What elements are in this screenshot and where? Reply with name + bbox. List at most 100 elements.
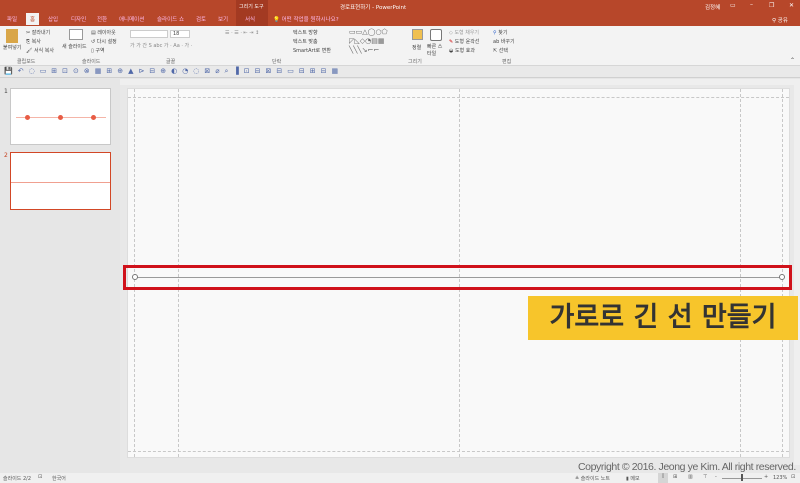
text-direction-button[interactable]: 텍스트 방향 (293, 29, 318, 36)
tab-file[interactable]: 파일 (7, 15, 17, 23)
quick-styles-icon (430, 29, 442, 41)
quick-access-toolbar: 💾↶◌▭⊞⊡⊙⊗▦⊞⊕▲⊳⊟⊕◐◔◌⊠⌀⌕▐⊡⊟⊠⊟▭⊟⊞⊟▦ (0, 66, 800, 78)
spellcheck-icon[interactable]: ⊡ (38, 474, 42, 480)
find-button[interactable]: ⚲ 찾기 (493, 29, 507, 36)
replace-button[interactable]: ab 바꾸기 (493, 38, 515, 45)
window-title: 경로표현하기 - PowerPoint (340, 5, 407, 11)
notes-button[interactable]: ≜ 슬라이드 노트 (575, 475, 610, 482)
normal-view-button[interactable]: ▯ (658, 473, 668, 483)
reset-label: 다시 설정 (96, 39, 117, 45)
title-bar: 그리기 도구 경로표현하기 - PowerPoint 김정혜 ▭ – ❐ ✕ ⚲… (0, 0, 800, 26)
zoom-slider-thumb[interactable] (741, 474, 743, 481)
quick-styles-button[interactable]: 빠른 스타일 (427, 44, 445, 58)
fit-slide-button[interactable]: ⊡ (791, 474, 795, 480)
collapse-ribbon-icon[interactable]: ⌃ (790, 57, 795, 64)
group-label-clipboard: 클립보드 (17, 59, 36, 65)
zoom-level[interactable]: 123% (773, 475, 787, 481)
reading-view-button[interactable]: ▥ (688, 474, 693, 480)
copy-button[interactable]: ⎘ 복사 (26, 38, 41, 45)
tab-review[interactable]: 검토 (196, 15, 206, 23)
share-button[interactable]: ⚲ 공유 (772, 16, 788, 24)
replace-label: 바꾸기 (500, 39, 515, 45)
tell-me-text: 어떤 작업을 원하시나요? (281, 17, 339, 23)
arrange-icon (412, 29, 423, 40)
vertical-scrollbar[interactable] (794, 85, 800, 465)
thumb-dot (91, 115, 96, 120)
zoom-in-button[interactable]: + (764, 474, 768, 480)
group-label-slides: 슬라이드 (82, 59, 101, 65)
group-label-drawing: 그리기 (408, 59, 422, 65)
tell-me-box[interactable]: 💡 어떤 작업을 원하시나요? (273, 15, 339, 23)
format-painter-button[interactable]: 🖌 서식 복사 (26, 47, 54, 54)
horizontal-ruler (120, 79, 800, 85)
tab-format[interactable]: 서식 (245, 15, 255, 23)
slide-counter: 슬라이드 2/2 (3, 476, 32, 482)
reset-button[interactable]: ↺ 다시 설정 (91, 38, 117, 45)
paste-icon (6, 29, 18, 43)
section-button[interactable]: ▯ 구역 (91, 47, 105, 54)
slide-sorter-button[interactable]: ⊞ (673, 474, 677, 480)
status-bar: 슬라이드 2/2 ⊡ 한국어 ≜ 슬라이드 노트 ▮ 메모 ▯ ⊞ ▥ ⊤ - … (0, 473, 800, 483)
tab-slideshow[interactable]: 슬라이드 쇼 (157, 15, 184, 23)
share-label: 공유 (777, 18, 788, 24)
slideshow-button[interactable]: ⊤ (703, 474, 707, 480)
font-format-buttons[interactable]: 가 가 간 S abc 가 · Aa · 가 · (130, 42, 192, 49)
shape-fill-button[interactable]: ◇ 도형 채우기 (449, 29, 479, 36)
close-button[interactable]: ✕ (789, 2, 794, 9)
minimize-button[interactable]: – (750, 1, 753, 8)
notes-label: 슬라이드 노트 (580, 476, 610, 482)
new-slide-icon (69, 29, 83, 40)
guide-line (128, 451, 789, 452)
shape-effects-button[interactable]: ◒ 도형 효과 (449, 47, 475, 54)
qat-icons[interactable]: 💾↶◌▭⊞⊡⊙⊗▦⊞⊕▲⊳⊟⊕◐◔◌⊠⌀⌕▐⊡⊟⊠⊟▭⊟⊞⊟▦ (4, 67, 343, 76)
thumb-line (11, 182, 110, 183)
user-name[interactable]: 김정혜 (705, 3, 720, 11)
tab-insert[interactable]: 삽입 (48, 15, 58, 23)
shape-outline-button[interactable]: ✎ 도형 윤곽선 (449, 38, 479, 45)
section-label: 구역 (95, 48, 105, 54)
new-slide-button[interactable]: 새 슬라이드 (62, 43, 87, 50)
select-label: 선택 (498, 48, 508, 54)
shape-effects-label: 도형 효과 (454, 48, 475, 54)
shape-fill-label: 도형 채우기 (454, 30, 480, 36)
font-name-input[interactable] (130, 30, 168, 38)
ribbon-display-icon[interactable]: ▭ (730, 2, 736, 9)
shape-outline-label: 도형 윤곽선 (454, 39, 480, 45)
tab-home[interactable]: 홈 (26, 13, 40, 25)
smartart-button[interactable]: SmartArt로 변환 (293, 47, 331, 54)
paste-button[interactable]: 붙여넣기 (3, 44, 21, 51)
find-label: 찾기 (498, 30, 508, 36)
thumb-dot (58, 115, 63, 120)
language-indicator[interactable]: 한국어 (52, 475, 66, 482)
slide-number-2: 2 (4, 152, 8, 159)
restore-button[interactable]: ❐ (769, 2, 774, 9)
align-text-button[interactable]: 텍스트 맞춤 (293, 38, 318, 45)
tab-transitions[interactable]: 전환 (97, 15, 107, 23)
tab-animations[interactable]: 애니메이션 (119, 15, 144, 23)
paragraph-buttons[interactable]: ☰ · ☰ · ⇤ ⇥ ↕ (225, 30, 259, 36)
zoom-out-button[interactable]: - (715, 474, 717, 480)
slide-number-1: 1 (4, 88, 8, 95)
cut-label: 잘라내기 (31, 30, 51, 36)
highlight-box (123, 265, 792, 290)
layout-button[interactable]: ▤ 레이아웃 (91, 29, 116, 36)
copyright-text: Copyright © 2016. Jeong ye Kim. All righ… (578, 461, 796, 473)
font-size-input[interactable]: 18 (170, 30, 190, 38)
ribbon: 붙여넣기 ✂ 잘라내기 ⎘ 복사 🖌 서식 복사 클립보드 새 슬라이드 ▤ 레… (0, 26, 800, 66)
format-painter-label: 서식 복사 (33, 48, 54, 54)
tab-view[interactable]: 보기 (218, 15, 228, 23)
slide-thumbnail-pane: 1 2 (0, 79, 120, 473)
caption-banner: 가로로 긴 선 만들기 (528, 296, 798, 340)
tab-design[interactable]: 디자인 (71, 15, 86, 23)
arrange-button[interactable]: 정렬 (412, 44, 421, 51)
slide-thumbnail-1[interactable] (10, 88, 111, 145)
select-button[interactable]: ⇱ 선택 (493, 47, 508, 54)
slide-thumbnail-2[interactable] (10, 152, 111, 210)
comments-button[interactable]: ▮ 메모 (626, 475, 640, 482)
copy-label: 복사 (31, 39, 41, 45)
cut-button[interactable]: ✂ 잘라내기 (26, 29, 50, 36)
guide-line (128, 97, 789, 98)
shapes-gallery[interactable]: ▭▭△◯○⬠ ◸◺◇◔▤▦ ╲╲╲↘⌐⌐ (349, 28, 388, 55)
group-label-editing: 편집 (502, 59, 512, 65)
thumb-dot (25, 115, 30, 120)
